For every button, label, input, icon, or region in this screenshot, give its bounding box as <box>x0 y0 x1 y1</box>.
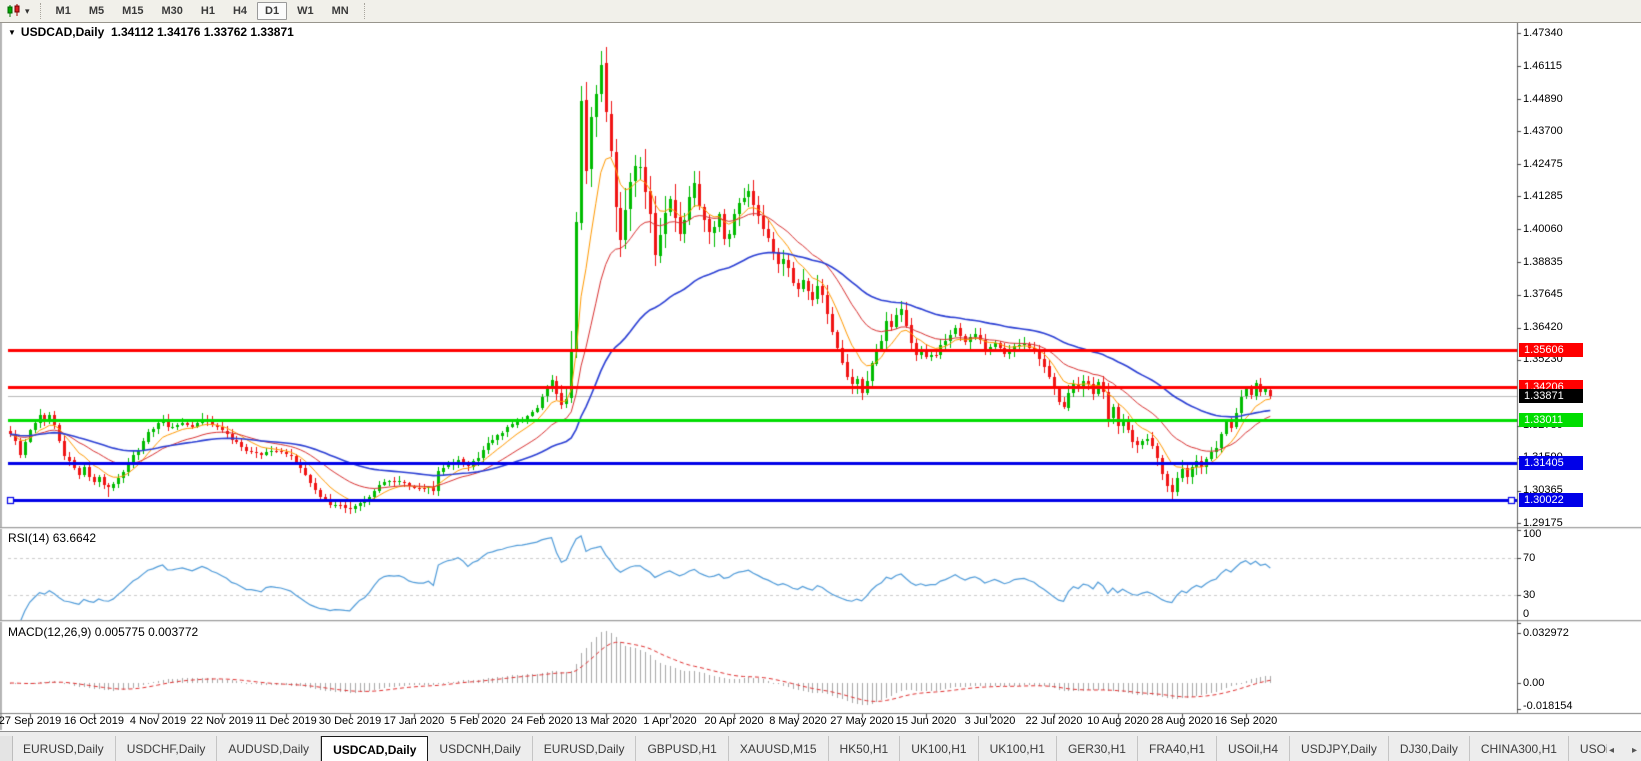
chart-tab-usoil-h4[interactable]: USOil,H4 <box>1569 736 1607 761</box>
chart-tab-gbpusd-h1[interactable]: GBPUSD,H1 <box>636 736 728 761</box>
rsi-indicator-label: RSI(14) 63.6642 <box>8 531 96 545</box>
rsi-name: RSI(14) <box>8 531 49 545</box>
timeframe-button-W1[interactable]: W1 <box>289 2 322 20</box>
chart-tab-audusd-daily[interactable]: AUDUSD,Daily <box>217 736 321 761</box>
chart-tab-fra40-h1[interactable]: FRA40,H1 <box>1138 736 1217 761</box>
tab-scroll-right-icon[interactable]: ▸ <box>1632 745 1637 756</box>
toolbar-separator <box>364 3 365 19</box>
chart-tab-uk100-h1[interactable]: UK100,H1 <box>900 736 978 761</box>
chart-tab-usoil-h4[interactable]: USOil,H4 <box>1217 736 1290 761</box>
chart-type-button[interactable]: ▾ <box>2 2 34 20</box>
chart-tab-dj30-daily[interactable]: DJ30,Daily <box>1389 736 1470 761</box>
chart-tab-usdchf-daily[interactable]: USDCHF,Daily <box>116 736 218 761</box>
tab-scroll-left-icon[interactable]: ◂ <box>1609 745 1614 756</box>
chart-tab-usdcnh-daily[interactable]: USDCNH,Daily <box>428 736 532 761</box>
chart-title: ▼ USDCAD,Daily 1.34112 1.34176 1.33762 1.… <box>8 25 294 39</box>
rsi-value: 63.6642 <box>53 531 96 545</box>
macd-signal-value: 0.003772 <box>148 625 198 639</box>
price-chart-canvas[interactable] <box>0 0 1641 761</box>
terminal-window: ▾ M1M5M15M30H1H4D1W1MN ▼ USDCAD,Daily 1.3… <box>0 0 1641 761</box>
chart-tab-usdcad-daily[interactable]: USDCAD,Daily <box>321 736 428 761</box>
chart-tabs: EURUSD,DailyUSDCHF,DailyAUDUSD,DailyUSDC… <box>12 736 1607 761</box>
tab-scroll-arrows: ◂ ▸ <box>1607 745 1639 756</box>
timeframe-button-D1[interactable]: D1 <box>257 2 287 20</box>
timeframe-button-H1[interactable]: H1 <box>193 2 223 20</box>
chart-tab-uk100-h1[interactable]: UK100,H1 <box>979 736 1057 761</box>
chevron-down-icon[interactable]: ▾ <box>25 6 30 17</box>
chart-tab-ger30-h1[interactable]: GER30,H1 <box>1057 736 1138 761</box>
macd-main-value: 0.005775 <box>95 625 145 639</box>
timeframe-button-M1[interactable]: M1 <box>48 2 79 20</box>
chart-ohlc-values: 1.34112 1.34176 1.33762 1.33871 <box>111 25 294 39</box>
chart-tab-usdjpy-daily[interactable]: USDJPY,Daily <box>1290 736 1389 761</box>
chart-tab-eurusd-daily[interactable]: EURUSD,Daily <box>12 736 116 761</box>
chart-tab-hk50-h1[interactable]: HK50,H1 <box>829 736 901 761</box>
timeframe-button-MN[interactable]: MN <box>324 2 357 20</box>
macd-name: MACD(12,26,9) <box>8 625 91 639</box>
chart-tab-china300-h1[interactable]: CHINA300,H1 <box>1470 736 1569 761</box>
chart-tab-bar: EURUSD,DailyUSDCHF,DailyAUDUSD,DailyUSDC… <box>0 731 1641 761</box>
timeframe-button-M30[interactable]: M30 <box>154 2 191 20</box>
candlestick-chart-icon <box>6 4 22 18</box>
timeframe-buttons: M1M5M15M30H1H4D1W1MN <box>47 2 358 20</box>
collapse-triangle-icon[interactable]: ▼ <box>8 28 16 37</box>
chart-symbol-label: USDCAD,Daily <box>21 25 104 39</box>
chart-tab-eurusd-daily[interactable]: EURUSD,Daily <box>533 736 637 761</box>
timeframe-button-H4[interactable]: H4 <box>225 2 255 20</box>
macd-indicator-label: MACD(12,26,9) 0.005775 0.003772 <box>8 625 198 639</box>
chart-tab-xauusd-m15[interactable]: XAUUSD,M15 <box>729 736 829 761</box>
timeframe-button-M15[interactable]: M15 <box>114 2 151 20</box>
timeframe-button-M5[interactable]: M5 <box>81 2 112 20</box>
toolbar-separator <box>40 3 41 19</box>
timeframe-toolbar: ▾ M1M5M15M30H1H4D1W1MN <box>0 0 1641 23</box>
